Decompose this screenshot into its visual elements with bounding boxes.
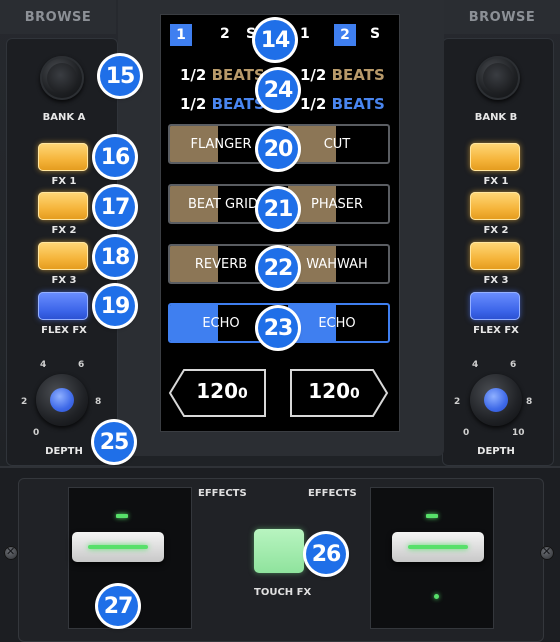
deck-tab-1-right[interactable]: 1 bbox=[300, 26, 310, 42]
browse-button-left[interactable]: BROWSE bbox=[0, 0, 116, 34]
callout-14: 14 bbox=[255, 20, 295, 60]
depth-tick-right-10: 10 bbox=[512, 428, 525, 438]
fx-slot-4-right-name: ECHO bbox=[318, 315, 356, 331]
deck-tab-2-left[interactable]: 2 bbox=[220, 26, 230, 42]
callout-15: 15 bbox=[100, 56, 140, 96]
bank-b-knob[interactable] bbox=[476, 56, 520, 100]
beat-fraction: 1/2 bbox=[300, 66, 327, 84]
bank-b-label: BANK B bbox=[474, 112, 518, 123]
depth-tick-left-2: 2 bbox=[21, 397, 28, 407]
screw-icon-right bbox=[540, 545, 554, 560]
effects-label-right: EFFECTS bbox=[308, 488, 357, 499]
flex-fx-label-right: FLEX FX bbox=[473, 325, 519, 336]
fx-slot-1-right-name: CUT bbox=[323, 136, 351, 152]
callout-16: 16 bbox=[95, 137, 135, 177]
callout-19: 19 bbox=[95, 286, 135, 326]
effects-paddle-right[interactable] bbox=[392, 532, 484, 562]
callout-26: 26 bbox=[306, 534, 346, 574]
flex-fx-label-left: FLEX FX bbox=[41, 325, 87, 336]
deck-tab-2-right[interactable]: 2 bbox=[334, 24, 356, 46]
bpm-right-value: 120 bbox=[308, 379, 350, 403]
effects-label-left: EFFECTS bbox=[198, 488, 247, 499]
bpm-right-decimal: 0 bbox=[350, 386, 360, 402]
bank-a-knob[interactable] bbox=[40, 56, 84, 100]
depth-tick-left-4: 4 bbox=[40, 360, 47, 370]
paddle-led-left bbox=[116, 514, 128, 518]
touch-fx-button[interactable] bbox=[254, 529, 304, 573]
effects-paddle-left[interactable] bbox=[72, 532, 164, 562]
fx3-label-left: FX 3 bbox=[51, 275, 77, 286]
fx-slot-3-left-name: REVERB bbox=[194, 256, 248, 272]
flex-fx-button-left[interactable] bbox=[38, 292, 88, 320]
paddle-led-right bbox=[426, 514, 438, 518]
fx-slot-2-right-name: PHASER bbox=[310, 196, 363, 212]
beat-label: BEATS bbox=[211, 95, 265, 113]
callout-22: 22 bbox=[258, 248, 298, 288]
browse-button-right[interactable]: BROWSE bbox=[444, 0, 560, 34]
beats-row-1-left[interactable]: 1/2 BEATS bbox=[180, 66, 265, 84]
deck-tab-s-right[interactable]: S bbox=[370, 26, 380, 42]
bpm-box-left[interactable]: 1200 bbox=[168, 368, 266, 417]
depth-tick-right-0: 0 bbox=[463, 428, 470, 438]
flex-fx-button-right[interactable] bbox=[470, 292, 520, 320]
fx1-button-left[interactable] bbox=[38, 143, 88, 171]
beat-label: BEATS bbox=[331, 66, 385, 84]
beat-label: BEATS bbox=[211, 66, 265, 84]
fx1-label-right: FX 1 bbox=[483, 176, 509, 187]
callout-27: 27 bbox=[98, 586, 138, 626]
depth-knob-right[interactable] bbox=[470, 374, 522, 426]
fx-slot-4-left-name: ECHO bbox=[202, 315, 240, 331]
fx1-label-left: FX 1 bbox=[51, 176, 77, 187]
depth-tick-right-4: 4 bbox=[472, 360, 479, 370]
callout-23: 23 bbox=[258, 308, 298, 348]
depth-tick-left-0: 0 bbox=[33, 428, 40, 438]
callout-25: 25 bbox=[94, 422, 134, 462]
depth-knob-left[interactable] bbox=[36, 374, 88, 426]
bpm-box-right[interactable]: 1200 bbox=[289, 368, 389, 417]
depth-tick-right-8: 8 bbox=[526, 397, 533, 407]
callout-20: 20 bbox=[258, 129, 298, 169]
fx1-button-right[interactable] bbox=[470, 143, 520, 171]
bank-a-label: BANK A bbox=[42, 112, 86, 123]
depth-label-left: DEPTH bbox=[45, 446, 83, 457]
beats-row-2-right[interactable]: 1/2 BEATS bbox=[300, 95, 385, 113]
fx-slot-3-right-name: WAHWAH bbox=[306, 256, 368, 272]
fx2-label-right: FX 2 bbox=[483, 225, 509, 236]
depth-tick-left-8: 8 bbox=[95, 397, 102, 407]
callout-17: 17 bbox=[95, 187, 135, 227]
screw-icon-left bbox=[4, 545, 18, 560]
beats-row-1-right[interactable]: 1/2 BEATS bbox=[300, 66, 385, 84]
fx2-button-left[interactable] bbox=[38, 192, 88, 220]
beats-row-2-left[interactable]: 1/2 BEATS bbox=[180, 95, 265, 113]
depth-tick-left-6: 6 bbox=[78, 360, 85, 370]
fx-slot-1-left-name: FLANGER bbox=[190, 136, 252, 152]
touch-fx-label: TOUCH FX bbox=[254, 587, 312, 598]
paddle-dot-led-right bbox=[434, 594, 439, 599]
fx3-label-right: FX 3 bbox=[483, 275, 509, 286]
beat-fraction: 1/2 bbox=[180, 66, 207, 84]
callout-24: 24 bbox=[258, 70, 298, 110]
beat-fraction: 1/2 bbox=[300, 95, 327, 113]
callout-21: 21 bbox=[258, 189, 298, 229]
bpm-left-value: 120 bbox=[196, 379, 238, 403]
depth-tick-right-2: 2 bbox=[454, 397, 461, 407]
deck-tab-1-left[interactable]: 1 bbox=[170, 24, 192, 46]
fx2-label-left: FX 2 bbox=[51, 225, 77, 236]
beat-label: BEATS bbox=[331, 95, 385, 113]
fx3-button-left[interactable] bbox=[38, 242, 88, 270]
fx2-button-right[interactable] bbox=[470, 192, 520, 220]
depth-label-right: DEPTH bbox=[477, 446, 515, 457]
fx3-button-right[interactable] bbox=[470, 242, 520, 270]
bpm-left-decimal: 0 bbox=[238, 386, 248, 402]
beat-fraction: 1/2 bbox=[180, 95, 207, 113]
callout-18: 18 bbox=[95, 237, 135, 277]
depth-tick-right-6: 6 bbox=[510, 360, 517, 370]
